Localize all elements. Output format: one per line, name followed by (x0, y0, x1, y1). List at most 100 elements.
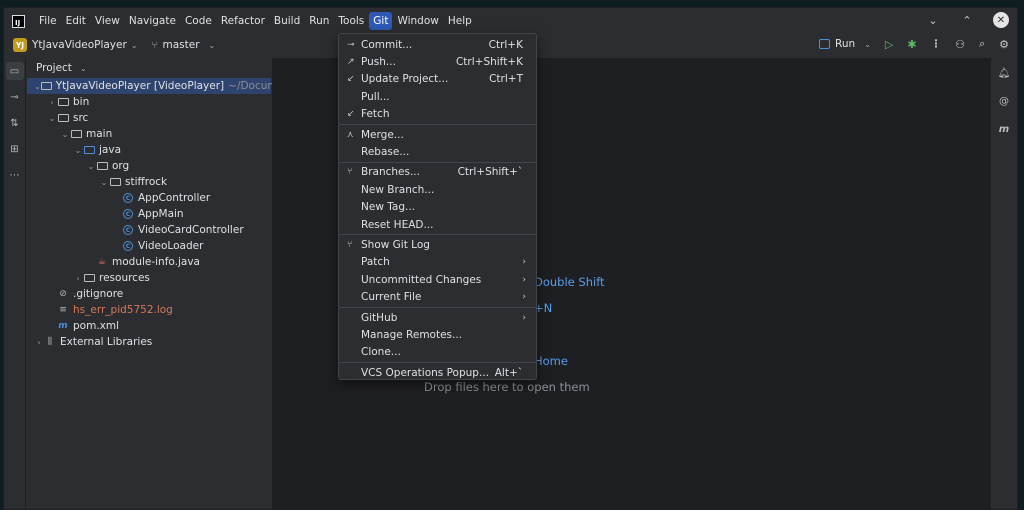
run-icon[interactable]: ▷ (885, 38, 893, 51)
menu-code[interactable]: Code (181, 12, 216, 30)
notifications-icon[interactable]: 🔔︎ (995, 64, 1013, 82)
menu-edit[interactable]: Edit (62, 12, 90, 30)
tree-item-label: module-info.java (112, 256, 200, 268)
tree-item[interactable]: C VideoLoader (27, 238, 271, 254)
expand-down-icon[interactable]: ⌄ (34, 82, 41, 91)
project-panel-header[interactable]: Project ⌄ (27, 58, 271, 78)
git-menu-item-label: Push... (361, 56, 396, 69)
expand-down-icon[interactable]: ⌄ (86, 162, 96, 171)
project-name[interactable]: YtJavaVideoPlayer (32, 39, 127, 51)
hint-drop-files: Drop files here to open them (424, 380, 590, 394)
menu-refactor[interactable]: Refactor (217, 12, 269, 30)
folder-icon (70, 128, 82, 140)
git-menu-item-reset-head[interactable]: Reset HEAD... (339, 216, 536, 233)
git-menu-item-new-branch[interactable]: New Branch... (339, 181, 536, 198)
git-menu-item-update-project[interactable]: ↙ Update Project... Ctrl+T (339, 71, 536, 88)
tree-item[interactable]: m pom.xml (27, 318, 271, 334)
debug-icon[interactable]: ✱ (907, 38, 916, 51)
more-tools-icon[interactable]: ⋯ (6, 166, 24, 184)
git-menu-item-label: Rebase... (361, 146, 410, 159)
tree-item[interactable]: ≡ hs_err_pid5752.log (27, 302, 271, 318)
git-menu-item-new-tag[interactable]: New Tag... (339, 199, 536, 216)
tree-item[interactable]: › ⫼ External Libraries (27, 334, 271, 350)
tree-item[interactable]: C AppController (27, 190, 271, 206)
git-menu-item-branches[interactable]: ⑂ Branches... Ctrl+Shift+` (339, 164, 536, 181)
git-menu-item-vcs-operations-popup[interactable]: VCS Operations Popup... Alt+` (339, 364, 536, 381)
tree-item[interactable]: ⌄ src (27, 110, 271, 126)
menu-view[interactable]: View (91, 12, 124, 30)
submenu-arrow-icon: › (522, 292, 526, 303)
close-icon[interactable]: ✕ (993, 12, 1009, 28)
git-menu-item-fetch[interactable]: ↙ Fetch (339, 106, 536, 123)
more-icon[interactable]: ⋮ (931, 38, 942, 50)
java-class-icon: C (122, 208, 134, 220)
pull-requests-icon[interactable]: ⇅ (6, 114, 24, 132)
run-configuration[interactable]: Run ⌄ (819, 38, 871, 50)
intellij-logo-icon[interactable]: IJ (12, 14, 25, 28)
search-icon[interactable]: ⌕ (979, 37, 985, 51)
menu-tools[interactable]: Tools (334, 12, 368, 30)
git-menu-item-github[interactable]: GitHub › (339, 309, 536, 326)
chevron-down-icon: ⌄ (208, 40, 216, 50)
chevron-down-icon[interactable]: ⌄ (131, 41, 138, 50)
minimize-icon[interactable]: ⌄ (925, 12, 941, 28)
git-menu-item-pull[interactable]: Pull... (339, 88, 536, 105)
java-class-icon: C (122, 192, 134, 204)
expand-down-icon[interactable]: ⌄ (47, 114, 57, 123)
tree-item[interactable]: ⌄ YtJavaVideoPlayer [VideoPlayer] ~/Docume… (27, 78, 300, 94)
folder-icon (83, 144, 95, 156)
folder-icon (96, 160, 108, 172)
git-menu-item-patch[interactable]: Patch › (339, 254, 536, 271)
expand-right-icon[interactable]: › (73, 274, 83, 283)
settings-gear-icon[interactable]: ⚙ (999, 38, 1009, 51)
tree-item[interactable]: ⌄ org (27, 158, 271, 174)
libraries-icon: ⫼ (47, 337, 53, 347)
expand-right-icon[interactable]: › (47, 98, 57, 107)
menu-window[interactable]: Window (393, 12, 442, 30)
project-badge[interactable]: YJ (13, 38, 27, 52)
tree-item[interactable]: ⌄ stiffrock (27, 174, 271, 190)
structure-icon[interactable]: ⊞ (6, 140, 24, 158)
git-menu-item-uncommitted-changes[interactable]: Uncommitted Changes › (339, 271, 536, 288)
add-user-icon[interactable]: ⚇ (955, 38, 965, 51)
git-menu-item-show-git-log[interactable]: ⑂ Show Git Log (339, 236, 536, 253)
tree-item[interactable]: C AppMain (27, 206, 271, 222)
tree-item[interactable]: ☕︎ module-info.java (27, 254, 271, 270)
tree-item[interactable]: C VideoCardController (27, 222, 271, 238)
tree-item[interactable]: › bin (27, 94, 271, 110)
expand-down-icon[interactable]: ⌄ (60, 130, 70, 139)
folder-icon (57, 96, 69, 108)
maven-icon[interactable]: m (995, 120, 1013, 138)
branch-widget[interactable]: ⑂ master ⌄ (152, 39, 216, 51)
menu-navigate[interactable]: Navigate (125, 12, 180, 30)
project-tool-icon[interactable]: ▭ (5, 62, 24, 80)
git-menu-item-label: Commit... (361, 38, 413, 51)
expand-right-icon[interactable]: › (34, 338, 44, 347)
maximize-icon[interactable]: ⌃ (959, 12, 975, 28)
ai-assistant-icon[interactable]: @ (995, 92, 1013, 110)
menu-help[interactable]: Help (444, 12, 476, 30)
git-menu-item-manage-remotes[interactable]: Manage Remotes... (339, 326, 536, 343)
tree-item[interactable]: › resources (27, 270, 271, 286)
menu-build[interactable]: Build (270, 12, 304, 30)
expand-down-icon[interactable]: ⌄ (73, 146, 83, 155)
tree-item-label: resources (99, 272, 150, 284)
git-menu-item-merge[interactable]: ⋏ Merge... (339, 126, 536, 143)
menu-run[interactable]: Run (305, 12, 333, 30)
commit-icon: ⊸ (347, 39, 355, 50)
git-menu-item-clone[interactable]: Clone... (339, 344, 536, 361)
git-menu-item-label: Clone... (361, 346, 401, 359)
git-menu-item-push[interactable]: ↗ Push... Ctrl+Shift+K (339, 53, 536, 70)
git-menu-item-commit[interactable]: ⊸ Commit... Ctrl+K (339, 36, 536, 53)
expand-down-icon[interactable]: ⌄ (99, 178, 109, 187)
commit-tool-icon[interactable]: ⊸ (6, 88, 24, 106)
menu-git[interactable]: Git (369, 12, 393, 30)
git-menu-item-current-file[interactable]: Current File › (339, 288, 536, 305)
tree-item[interactable]: ⌄ java (27, 142, 271, 158)
git-menu-item-rebase[interactable]: Rebase... (339, 143, 536, 160)
menu-file[interactable]: File (35, 12, 61, 30)
tree-item[interactable]: ⊘ .gitignore (27, 286, 271, 302)
tree-item-label: YtJavaVideoPlayer [VideoPlayer] (55, 80, 225, 92)
git-menu-item-label: VCS Operations Popup... (361, 366, 489, 379)
tree-item[interactable]: ⌄ main (27, 126, 271, 142)
